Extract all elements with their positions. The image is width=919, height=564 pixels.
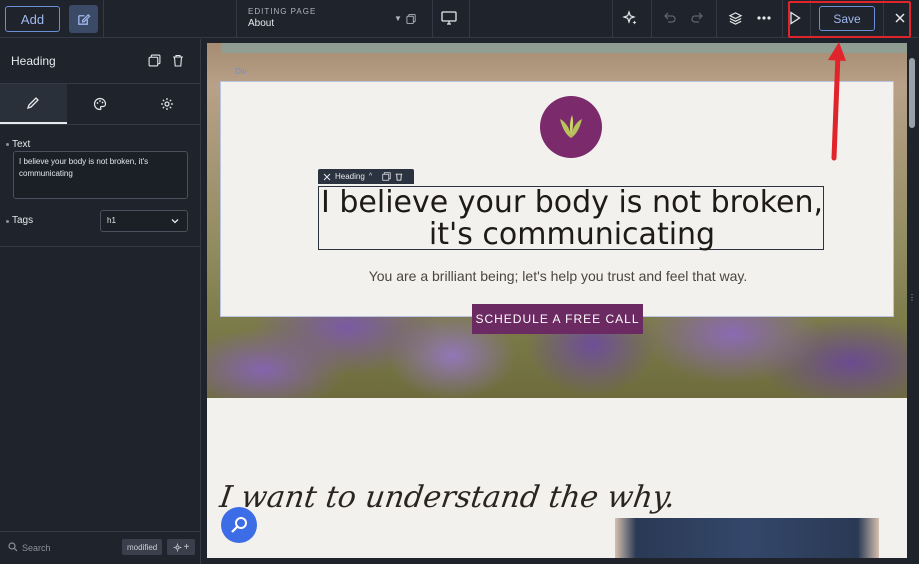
more-options-icon[interactable] xyxy=(757,15,771,21)
properties-panel: Heading Text I believe your body is not … xyxy=(0,39,201,564)
top-bar: Add EDITING PAGE About ▼ Save xyxy=(0,0,919,38)
tags-field-label: Tags xyxy=(12,215,34,226)
annotation-arrow-icon xyxy=(828,42,846,161)
schedule-call-button[interactable]: SCHEDULE A FREE CALL xyxy=(472,304,643,334)
divider xyxy=(432,0,433,38)
status-badge[interactable]: modified xyxy=(122,539,163,555)
text-field-label: Text xyxy=(12,139,31,150)
divider xyxy=(651,0,652,38)
edit-mode-button[interactable] xyxy=(69,5,98,33)
move-icon xyxy=(323,173,331,180)
search-magnifier-icon xyxy=(231,517,247,533)
tab-content[interactable] xyxy=(0,84,67,124)
bullet xyxy=(6,220,9,223)
search-icon xyxy=(8,542,18,552)
divider xyxy=(716,0,717,38)
hero-background-strip xyxy=(221,43,907,53)
selected-heading-outline[interactable]: I believe your body is not broken, it's … xyxy=(318,186,825,251)
canvas-scrollbar[interactable]: ⋮ xyxy=(907,43,919,558)
redo-icon[interactable] xyxy=(691,11,705,25)
section-script-heading[interactable]: I want to understand the why. xyxy=(217,478,678,518)
ai-sparkle-icon[interactable] xyxy=(622,10,638,26)
resize-handle-icon[interactable]: ⋮ xyxy=(908,293,916,302)
plus-icon: + xyxy=(183,541,190,553)
gear-icon xyxy=(160,98,173,110)
divider xyxy=(469,0,470,38)
hero-subheading[interactable]: You are a brilliant being; let's help yo… xyxy=(221,268,895,284)
palette-icon xyxy=(93,97,107,111)
duplicate-icon[interactable] xyxy=(382,172,391,181)
element-type-label: Heading xyxy=(335,172,365,181)
tag-select-value: h1 xyxy=(107,216,116,225)
heading-text-field[interactable]: I believe your body is not broken, it's … xyxy=(13,151,188,199)
portrait-image[interactable] xyxy=(615,518,879,558)
trash-icon[interactable] xyxy=(395,172,403,181)
divider xyxy=(612,0,613,38)
brand-logo xyxy=(540,96,602,158)
tab-settings[interactable] xyxy=(133,84,200,124)
caret-up-icon[interactable]: ^ xyxy=(369,173,372,180)
caret-down-icon[interactable]: ▼ xyxy=(394,14,402,23)
heading-element-toolbar[interactable]: Heading ^ xyxy=(318,169,414,184)
desktop-preview-icon[interactable] xyxy=(441,11,457,25)
page-heading[interactable]: I believe your body is not broken, it's … xyxy=(319,187,825,251)
divider xyxy=(103,0,104,38)
page-canvas[interactable]: Div Heading ^ I believe your body is not… xyxy=(207,43,907,558)
undo-icon[interactable] xyxy=(662,11,676,25)
pencil-icon xyxy=(27,97,40,110)
copy-page-icon[interactable] xyxy=(406,12,417,30)
about-section[interactable]: I want to understand the why. xyxy=(207,398,907,558)
div-label: Div xyxy=(235,67,247,76)
hero-section[interactable]: Div Heading ^ I believe your body is not… xyxy=(207,43,907,398)
page-selector[interactable]: EDITING PAGE About xyxy=(248,7,316,29)
divider xyxy=(782,0,783,38)
add-setting-button[interactable]: + xyxy=(167,539,195,555)
panel-tabs xyxy=(0,84,200,125)
hero-card[interactable]: Heading ^ I believe your body is not bro… xyxy=(220,81,895,334)
divider xyxy=(0,246,200,247)
bullet xyxy=(6,143,9,146)
scrollbar-thumb[interactable] xyxy=(909,58,915,128)
trash-icon[interactable] xyxy=(172,54,184,67)
tag-select[interactable]: h1 xyxy=(100,210,188,232)
panel-title: Heading xyxy=(11,54,56,68)
add-button[interactable]: Add xyxy=(5,6,60,32)
layers-icon[interactable] xyxy=(728,11,743,26)
gear-icon xyxy=(173,543,181,551)
tab-style[interactable] xyxy=(67,84,134,124)
current-page-name: About xyxy=(248,18,275,29)
search-input[interactable]: Search xyxy=(22,543,51,553)
chevron-down-icon xyxy=(171,219,179,224)
inspector-fab[interactable] xyxy=(221,507,257,543)
pencil-square-icon xyxy=(78,13,91,25)
editing-page-label: EDITING PAGE xyxy=(248,7,317,16)
panel-footer: Search modified + xyxy=(0,531,200,564)
duplicate-icon[interactable] xyxy=(148,54,161,67)
leaf-icon xyxy=(560,115,582,138)
panel-header: Heading xyxy=(0,39,200,84)
annotation-highlight-box xyxy=(788,1,911,38)
divider xyxy=(236,0,237,38)
